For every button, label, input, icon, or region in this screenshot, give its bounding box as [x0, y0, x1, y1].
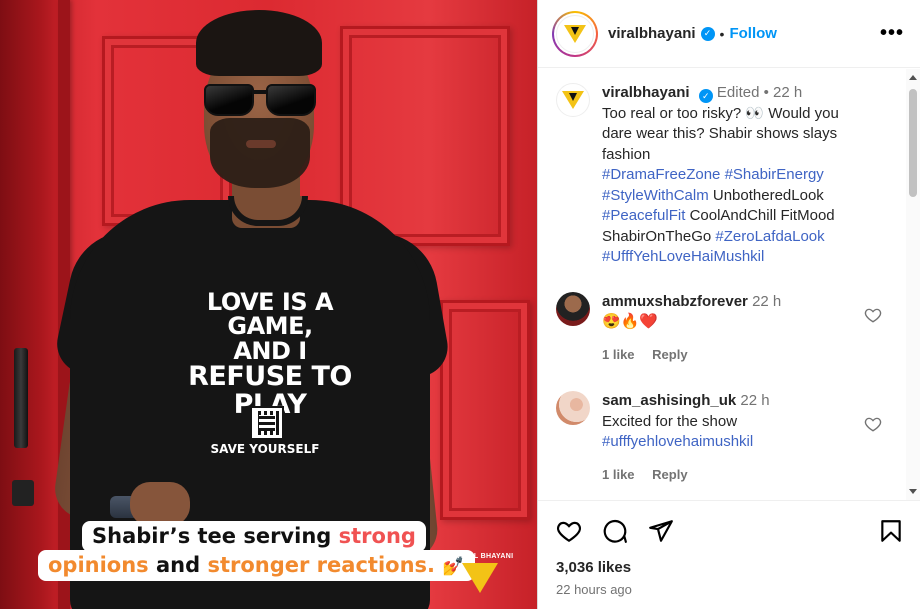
author-username[interactable]: viralbhayani [608, 25, 696, 42]
separator: • [763, 84, 769, 101]
tshirt-print-line1: LOVE IS A GAME, [206, 288, 334, 341]
hashtag-link[interactable]: #PeacefulFit [602, 207, 685, 224]
likes-count[interactable]: 3,036 likes [556, 559, 904, 576]
comments-scrollbar[interactable] [906, 69, 920, 500]
comment-text: 😍🔥❤️ [602, 313, 659, 330]
post-sidebar: viralbhayani ✓ • Follow ••• viralbhayani… [537, 0, 920, 609]
caption-avatar[interactable] [556, 83, 590, 117]
caption-overlay-line1: Shabir’s tee serving strong [82, 521, 426, 552]
caption-word: CoolAndChill FitMood [689, 207, 835, 224]
hashtag-link[interactable]: #StyleWithCalm [602, 187, 709, 204]
tshirt-print-line2: AND I [233, 336, 307, 365]
comment-body: ammuxshabzforever 22 h 😍🔥❤️ 1 like Reply [602, 292, 872, 366]
comments-scroll-area[interactable]: viralbhayani ✓ Edited • 22 h Too real or… [538, 69, 920, 500]
caption-overlay-line2: opinions and stronger reactions. 💅 [38, 550, 475, 581]
post-timestamp: 22 hours ago [556, 582, 632, 597]
verified-badge-icon: ✓ [698, 89, 713, 104]
hashtag-link[interactable]: #ZeroLafdaLook [715, 228, 824, 245]
v-logo-icon [562, 91, 584, 109]
comment-actions: 1 like Reply [602, 345, 872, 366]
post-header: viralbhayani ✓ • Follow ••• [538, 0, 920, 68]
hashtag-link[interactable]: #ShabirEnergy [725, 166, 824, 183]
more-options-icon[interactable]: ••• [880, 22, 904, 45]
comment-time[interactable]: 22 h [740, 392, 769, 409]
scroll-up-arrow-icon[interactable] [909, 75, 917, 80]
caption-word: ShabirOnTheGo [602, 227, 712, 245]
like-heart-icon[interactable] [556, 518, 582, 544]
separator: • [719, 25, 725, 42]
commenter-username[interactable]: sam_ashisingh_uk [602, 392, 736, 409]
share-paper-plane-icon[interactable] [648, 518, 674, 544]
caption-time[interactable]: 22 h [773, 84, 802, 101]
beard [210, 118, 310, 188]
sunglasses [202, 82, 318, 118]
caption-text: Too real or too risky? 👀 Would you dare … [602, 104, 839, 163]
comment-text: Excited for the show [602, 412, 738, 430]
action-icons-row [556, 517, 904, 545]
save-bookmark-icon[interactable] [878, 518, 904, 544]
hair [196, 10, 322, 76]
instagram-post: LOVE IS A GAME, AND I REFUSE TO PLAY SAV… [0, 0, 920, 609]
commenter-username[interactable]: ammuxshabzforever [602, 293, 748, 310]
caption-word: UnbotheredLook [712, 186, 824, 204]
reply-button[interactable]: Reply [652, 467, 687, 482]
hashtag-link[interactable]: #ufffyehlovehaimushkil [602, 432, 872, 453]
scrollbar-thumb[interactable] [909, 89, 917, 197]
tshirt-print-small: SAVE YOURSELF [210, 442, 320, 456]
reply-button[interactable]: Reply [652, 347, 687, 362]
image-caption-overlay: Shabir’s tee serving strong opinions and… [38, 521, 475, 581]
post-caption: viralbhayani ✓ Edited • 22 h Too real or… [538, 83, 920, 268]
comment-time[interactable]: 22 h [752, 293, 781, 310]
commenter-avatar[interactable] [556, 291, 590, 326]
scroll-down-arrow-icon[interactable] [909, 489, 917, 494]
viral-bhayani-watermark: VIRAL BHAYANI [456, 553, 513, 601]
like-comment-heart-icon[interactable] [864, 306, 882, 324]
commenter-avatar[interactable] [556, 391, 590, 425]
comment-body: sam_ashisingh_uk 22 h Excited for the sh… [602, 391, 872, 485]
comment-item: ammuxshabzforever 22 h 😍🔥❤️ 1 like Reply [538, 291, 920, 366]
author-avatar[interactable] [552, 10, 598, 57]
person-figure: LOVE IS A GAME, AND I REFUSE TO PLAY SAV… [0, 0, 537, 609]
caption-username[interactable]: viralbhayani [602, 84, 690, 101]
v-logo-icon [564, 24, 586, 43]
comment-bubble-icon[interactable] [602, 518, 628, 544]
hashtag-link[interactable]: #DramaFreeZone [602, 166, 720, 183]
hashtag-link[interactable]: #UfffYehLoveHaiMushkil [602, 248, 764, 265]
caption-body: viralbhayani ✓ Edited • 22 h Too real or… [602, 83, 872, 268]
verified-badge-icon: ✓ [700, 26, 715, 41]
post-image[interactable]: LOVE IS A GAME, AND I REFUSE TO PLAY SAV… [0, 0, 537, 609]
post-actions: 3,036 likes 22 hours ago [538, 500, 920, 597]
comment-likes[interactable]: 1 like [602, 347, 635, 362]
tshirt-print: LOVE IS A GAME, AND I REFUSE TO PLAY [170, 290, 370, 418]
comment-item: sam_ashisingh_uk 22 h Excited for the sh… [538, 391, 920, 485]
hand [130, 482, 190, 526]
qr-code-icon [250, 406, 284, 440]
comment-actions: 1 like Reply [602, 465, 872, 486]
caption-edited: Edited [716, 84, 760, 101]
follow-button[interactable]: Follow [729, 25, 777, 42]
v-logo-icon [462, 563, 498, 593]
like-comment-heart-icon[interactable] [864, 415, 882, 433]
comment-likes[interactable]: 1 like [602, 467, 635, 482]
mouth [246, 140, 276, 148]
